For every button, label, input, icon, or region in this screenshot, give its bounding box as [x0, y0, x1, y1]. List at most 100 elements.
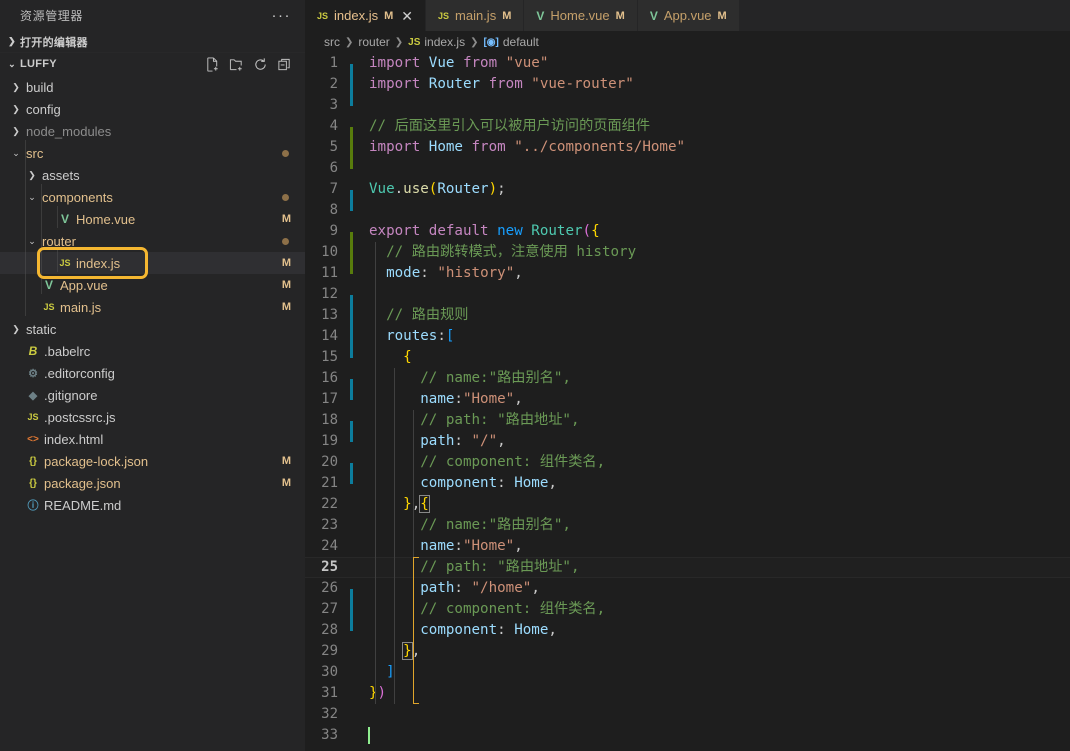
breadcrumb-item[interactable]: src	[324, 35, 340, 49]
breadcrumb-item[interactable]: router	[358, 35, 389, 49]
new-folder-icon[interactable]	[229, 57, 244, 72]
code-line-text: routes:[	[360, 326, 1070, 347]
code-line[interactable]: 23 // name:"路由别名",	[305, 515, 1070, 536]
code-line[interactable]: 24 name:"Home",	[305, 536, 1070, 557]
code-line[interactable]: 10 // 路由跳转模式，注意使用 history	[305, 242, 1070, 274]
tab-home-vue[interactable]: V Home.vue M	[524, 0, 638, 31]
code-token: // component: 组件类名,	[369, 601, 606, 617]
vue-file-icon: V	[60, 212, 69, 226]
tree-folder-assets[interactable]: ❯ assets	[0, 164, 305, 186]
code-line[interactable]: 26 path: "/home",	[305, 578, 1070, 610]
code-line[interactable]: 8	[305, 200, 1070, 221]
chevron-down-icon[interactable]: ⌄	[24, 236, 40, 247]
chevron-down-icon[interactable]: ⌄	[8, 148, 24, 159]
tree-folder-components[interactable]: ⌄ components	[0, 186, 305, 208]
code-line[interactable]: 22 },{	[305, 494, 1070, 515]
chevron-down-icon[interactable]: ⌄	[24, 192, 40, 203]
code-line[interactable]: 20 // component: 组件类名,	[305, 452, 1070, 484]
section-project-root[interactable]: ⌄ LUFFY	[0, 53, 305, 75]
code-line-text: {	[360, 347, 1070, 368]
code-line[interactable]: 13 // 路由规则	[305, 305, 1070, 337]
tree-file--babelrc[interactable]: ❯B.babelrc	[0, 340, 305, 362]
tree-file--gitignore[interactable]: ❯◆.gitignore	[0, 384, 305, 406]
tree-folder-static[interactable]: ❯ static	[0, 318, 305, 340]
code-line[interactable]: 29 },	[305, 641, 1070, 662]
chevron-right-icon[interactable]: ❯	[24, 170, 40, 181]
code-line-text: // 后面这里引入可以被用户访问的页面组件	[360, 116, 1070, 137]
code-line-text: component: Home,	[360, 620, 1070, 641]
code-line-text: // component: 组件类名,	[360, 599, 1070, 620]
tree-file-index-html[interactable]: ❯<>index.html	[0, 428, 305, 450]
tab-app-vue[interactable]: V App.vue M	[637, 0, 740, 31]
tree-file-home-vue[interactable]: ❯VHome.vueM	[0, 208, 305, 230]
code-line[interactable]: 1 import Vue from "vue"	[305, 53, 1070, 85]
indent-guide	[375, 242, 376, 704]
tree-file--postcssrc-js[interactable]: ❯JS.postcssrc.js	[0, 406, 305, 428]
code-line[interactable]: 25 // path: "路由地址",	[305, 557, 1070, 578]
tree-file-main-js[interactable]: ❯JSmain.jsM	[0, 296, 305, 318]
code-line[interactable]: 7 Vue.use(Router);	[305, 179, 1070, 211]
line-number: 31	[321, 685, 338, 701]
code-line[interactable]: 11 mode: "history",	[305, 263, 1070, 284]
tab-close-icon[interactable]: ✕	[401, 9, 413, 23]
tree-folder-router[interactable]: ⌄ router	[0, 230, 305, 252]
tree-folder-config[interactable]: ❯ config	[0, 98, 305, 120]
code-line[interactable]: 30 ]	[305, 662, 1070, 683]
code-line[interactable]: 17 name:"Home",	[305, 389, 1070, 410]
code-line[interactable]: 31})	[305, 683, 1070, 704]
code-line[interactable]: 5 import Home from "../components/Home"	[305, 137, 1070, 169]
tree-file-package-json[interactable]: ❯{}package.jsonM	[0, 472, 305, 494]
new-file-icon[interactable]	[205, 56, 220, 72]
code-line[interactable]: 9 export default new Router({	[305, 221, 1070, 253]
tree-indent-guide	[25, 140, 26, 316]
breadcrumb: src ❯ router ❯ JS index.js ❯ [◉] default	[305, 31, 1070, 53]
code-editor[interactable]: 1 import Vue from "vue" 2 import Router fro…	[305, 53, 1070, 751]
code-line[interactable]: 21 component: Home,	[305, 473, 1070, 494]
code-token: [	[445, 328, 455, 344]
tab-dirty-indicator: M	[717, 9, 727, 22]
code-line[interactable]: 16 // name:"路由别名",	[305, 368, 1070, 400]
section-open-editors[interactable]: ❯ 打开的编辑器	[0, 31, 305, 53]
code-line[interactable]: 14 routes:[	[305, 326, 1070, 358]
collapse-all-icon[interactable]	[277, 57, 292, 72]
breadcrumb-item[interactable]: [◉] default	[483, 35, 538, 49]
tab-label: Home.vue	[550, 8, 610, 23]
code-line[interactable]: 12	[305, 284, 1070, 316]
tree-folder-src[interactable]: ⌄ src	[0, 142, 305, 164]
tree-folder-build[interactable]: ❯ build	[0, 76, 305, 98]
tree-file-package-lock-json[interactable]: ❯{}package-lock.jsonM	[0, 450, 305, 472]
tree-folder-node-modules[interactable]: ❯ node_modules	[0, 120, 305, 142]
chevron-right-icon[interactable]: ❯	[8, 82, 24, 93]
tree-file-index-js[interactable]: ❯JSindex.jsM	[0, 252, 305, 274]
code-line[interactable]: 6	[305, 158, 1070, 179]
js-file-icon: JS	[43, 302, 55, 312]
js-file-icon: JS	[59, 258, 71, 268]
bracket-pair-guide-top	[413, 557, 419, 558]
code-line[interactable]: 28 component: Home,	[305, 620, 1070, 641]
tab-main-js[interactable]: JS main.js M	[426, 0, 525, 31]
project-name-label: LUFFY	[20, 58, 57, 70]
code-token: "Home"	[462, 391, 515, 407]
tree-file--editorconfig[interactable]: ❯⚙.editorconfig	[0, 362, 305, 384]
code-line[interactable]: 33	[305, 725, 1070, 746]
more-actions-icon[interactable]: ···	[272, 8, 292, 23]
tree-file-app-vue[interactable]: ❯VApp.vueM	[0, 274, 305, 296]
code-line[interactable]: 15 {	[305, 347, 1070, 368]
tree-file-readme-md[interactable]: ❯ⓘREADME.md	[0, 494, 305, 516]
code-line[interactable]: 32	[305, 704, 1070, 725]
code-line[interactable]: 2 import Router from "vue-router"	[305, 74, 1070, 106]
refresh-icon[interactable]	[253, 57, 268, 72]
code-line[interactable]: 18 // path: "路由地址",	[305, 410, 1070, 442]
code-line[interactable]: 3	[305, 95, 1070, 116]
code-line[interactable]: 4 // 后面这里引入可以被用户访问的页面组件	[305, 116, 1070, 148]
code-token: {	[403, 349, 412, 365]
code-line[interactable]: 27 // component: 组件类名,	[305, 599, 1070, 631]
chevron-right-icon[interactable]: ❯	[8, 104, 24, 115]
breadcrumb-item[interactable]: JS index.js	[408, 35, 465, 49]
tab-index-js[interactable]: JS index.js M ✕	[305, 0, 426, 31]
code-line[interactable]: 19 path: "/",	[305, 431, 1070, 452]
code-token: ,	[497, 433, 506, 449]
chevron-right-icon[interactable]: ❯	[8, 126, 24, 137]
chevron-right-icon[interactable]: ❯	[8, 324, 24, 335]
vue-file-icon: V	[649, 8, 658, 23]
